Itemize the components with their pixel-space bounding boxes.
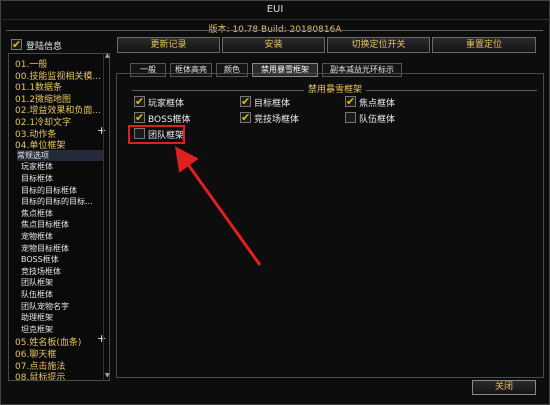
checkbox-label: 队伍框体 [359,115,396,125]
sidebar-item[interactable]: 常规选项 [17,149,103,161]
version-label: 版本: 10.78 Build: 20180816A [208,25,342,35]
sidebar-item[interactable]: 宠物框体 [21,231,53,242]
sidebar-item[interactable]: 焦点框体 [21,208,53,219]
header-divider [6,30,543,31]
checkbox-label: 焦点框体 [359,99,396,109]
checkmark-icon: ✔ [346,95,356,108]
checkbox-label: 目标框体 [254,99,291,109]
checkmark-icon: ✔ [12,38,22,51]
scroll-down-icon[interactable]: ▼ [105,373,110,379]
checkmark-icon: ✔ [135,95,145,108]
login-info-label: 登陆信息 [26,42,63,52]
checkbox[interactable]: ✔ [240,96,251,107]
checkbox-label: BOSS框体 [148,115,191,125]
sidebar-item[interactable]: 竞技场框体 [21,266,61,277]
sidebar-item[interactable]: 目标的目标框体 [21,185,77,196]
window-title: EUI [0,0,550,20]
sidebar-item[interactable]: 团队宠物名字 [21,301,69,312]
close-button[interactable]: 关闭 [472,380,536,395]
sidebar-item[interactable]: 玩家框体 [21,161,53,172]
reset-anchor-button[interactable]: 重置定位 [432,37,536,53]
checkbox[interactable]: ✔ [134,112,145,123]
sidebar-category[interactable]: 08.鼠标提示 [15,370,65,380]
sidebar-item[interactable]: 焦点目标框体 [21,219,69,230]
sidebar-item[interactable]: 团队框架 [21,277,53,288]
scroll-up-icon[interactable]: ▲ [105,53,110,59]
sidebar-tree[interactable]: 01.一般 00.技能监视相关模... 01.1数据条 01.2微缩地图 02.增益效果… [8,53,110,381]
group-title: 禁用暴雪框架 [135,82,535,95]
checkbox-label: 玩家框体 [148,99,185,109]
sidebar-item[interactable]: BOSS框体 [21,254,59,265]
sidebar-item[interactable]: 坦克框架 [21,324,53,335]
sidebar-item[interactable]: 目标框体 [21,173,53,184]
sidebar-item[interactable]: 助理框架 [21,312,53,323]
checkbox[interactable]: ✔ [345,96,356,107]
checkbox-label: 竞技场框体 [254,115,300,125]
checkbox[interactable]: ✔ [240,112,251,123]
checkmark-icon: ✔ [241,95,251,108]
checkbox[interactable]: ✔ [134,96,145,107]
sidebar-item[interactable]: 目标的目标的目标... [21,196,93,207]
changelog-button[interactable]: 更新记录 [117,37,220,53]
login-info-checkbox[interactable]: ✔ [11,39,22,50]
annotation-arrow [175,146,262,266]
checkbox[interactable] [345,112,356,123]
sidebar-item[interactable]: 宠物目标框体 [21,243,69,254]
checkmark-icon: ✔ [241,111,251,124]
install-button[interactable]: 安装 [222,37,325,53]
checkmark-icon: ✔ [135,111,145,124]
sidebar-scrollbar[interactable]: ▲ ▼ [103,53,110,381]
sidebar-item[interactable]: 队伍框体 [21,289,53,300]
toggle-anchor-button[interactable]: 切换定位开关 [327,37,430,53]
